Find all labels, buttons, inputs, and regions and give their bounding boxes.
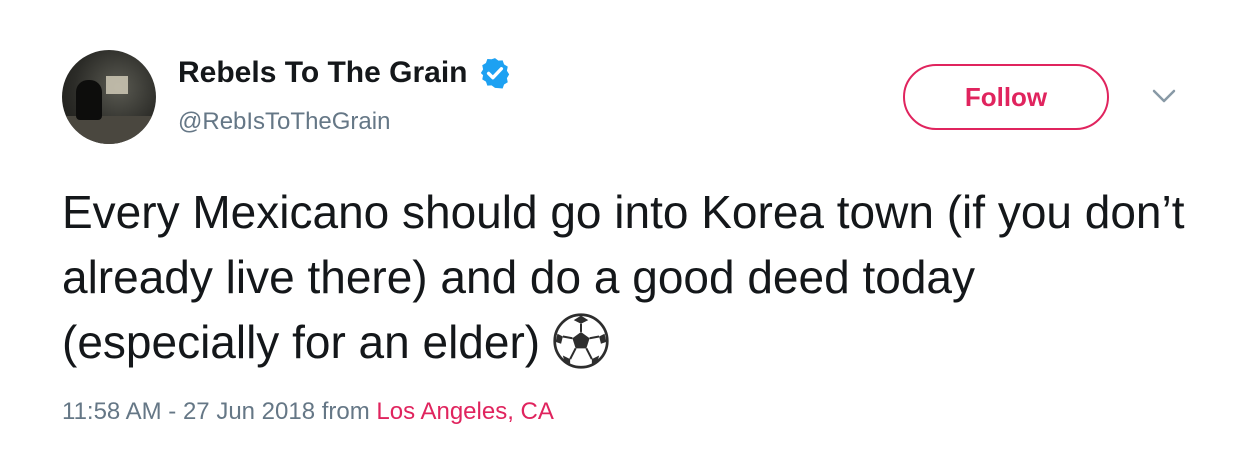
chevron-down-icon[interactable]	[1150, 86, 1178, 106]
follow-button[interactable]: Follow	[903, 64, 1109, 130]
author-handle[interactable]: @RebIsToTheGrain	[178, 108, 390, 136]
from-label: from	[321, 398, 370, 425]
tweet-meta: 11:58 AM - 27 Jun 2018 from Los Angeles,…	[62, 398, 554, 426]
tweet-location-link[interactable]: Los Angeles, CA	[376, 398, 553, 425]
author-name-text: Rebels To The Grain	[178, 56, 468, 89]
tweet-text: Every Mexicano should go into Korea town…	[62, 186, 1185, 368]
avatar[interactable]	[62, 50, 156, 144]
tweet-body: Every Mexicano should go into Korea town…	[62, 180, 1202, 375]
avatar-photo-figure	[76, 80, 102, 120]
verified-badge-icon	[480, 58, 509, 89]
avatar-photo-floor	[62, 116, 156, 144]
avatar-photo-window	[106, 76, 128, 94]
author-display-name[interactable]: Rebels To The Grain	[178, 56, 512, 90]
soccer-ball-icon	[553, 313, 609, 369]
tweet-timestamp[interactable]: 11:58 AM - 27 Jun 2018	[62, 398, 315, 425]
